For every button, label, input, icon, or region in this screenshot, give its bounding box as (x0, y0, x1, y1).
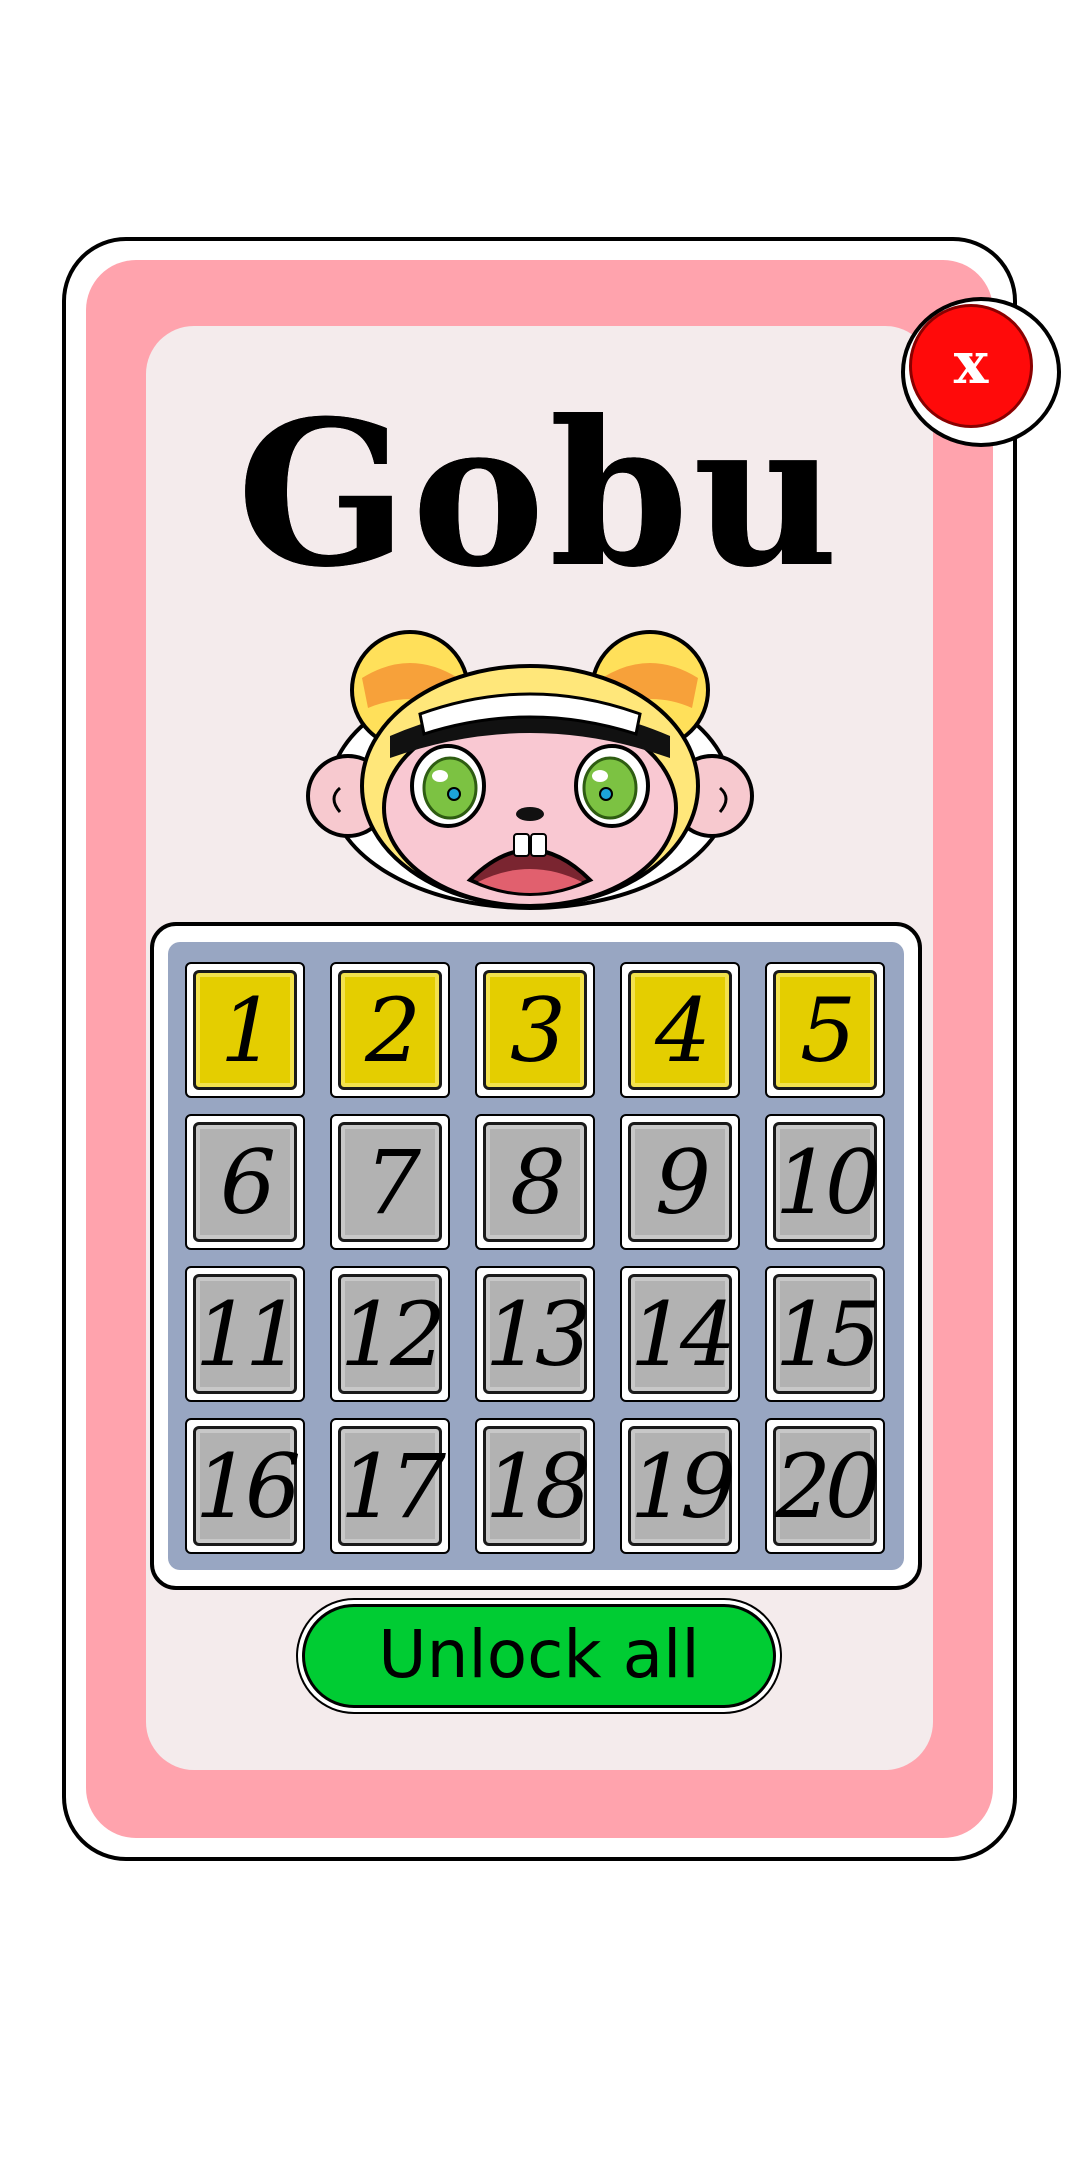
level-number: 1 (193, 970, 297, 1090)
level-button-18[interactable]: 18 (475, 1418, 595, 1554)
level-number: 14 (628, 1274, 736, 1394)
character-portrait (306, 630, 754, 910)
level-button-6[interactable]: 6 (185, 1114, 305, 1250)
unlock-all-button[interactable]: Unlock all (302, 1604, 776, 1708)
level-button-12[interactable]: 12 (330, 1266, 450, 1402)
character-name: Gobu (236, 377, 843, 612)
level-number: 5 (773, 970, 877, 1090)
level-number: 19 (628, 1426, 736, 1546)
level-button-13[interactable]: 13 (475, 1266, 595, 1402)
level-button-8[interactable]: 8 (475, 1114, 595, 1250)
level-number: 10 (773, 1122, 881, 1242)
level-number: 11 (193, 1274, 301, 1394)
level-grid: 1 2 3 4 5 6 7 8 9 10 11 12 13 14 15 16 17 18 19 20 (185, 962, 885, 1554)
level-number: 16 (193, 1426, 301, 1546)
level-button-17[interactable]: 17 (330, 1418, 450, 1554)
level-number: 6 (193, 1122, 297, 1242)
level-button-11[interactable]: 11 (185, 1266, 305, 1402)
level-button-20[interactable]: 20 (765, 1418, 885, 1554)
level-number: 20 (773, 1426, 881, 1546)
level-button-16[interactable]: 16 (185, 1418, 305, 1554)
level-number: 3 (483, 970, 587, 1090)
level-button-3[interactable]: 3 (475, 962, 595, 1098)
level-button-5[interactable]: 5 (765, 962, 885, 1098)
level-button-9[interactable]: 9 (620, 1114, 740, 1250)
level-button-7[interactable]: 7 (330, 1114, 450, 1250)
level-button-19[interactable]: 19 (620, 1418, 740, 1554)
level-number: 17 (338, 1426, 446, 1546)
level-number: 4 (628, 970, 732, 1090)
level-button-1[interactable]: 1 (185, 962, 305, 1098)
level-number: 15 (773, 1274, 881, 1394)
close-icon: x (953, 329, 989, 397)
level-button-10[interactable]: 10 (765, 1114, 885, 1250)
level-button-14[interactable]: 14 (620, 1266, 740, 1402)
level-number: 7 (338, 1122, 442, 1242)
level-button-15[interactable]: 15 (765, 1266, 885, 1402)
level-button-2[interactable]: 2 (330, 962, 450, 1098)
level-number: 12 (338, 1274, 446, 1394)
level-number: 13 (483, 1274, 591, 1394)
level-number: 8 (483, 1122, 587, 1242)
level-number: 18 (483, 1426, 591, 1546)
level-button-4[interactable]: 4 (620, 962, 740, 1098)
level-number: 2 (338, 970, 442, 1090)
level-number: 9 (628, 1122, 732, 1242)
